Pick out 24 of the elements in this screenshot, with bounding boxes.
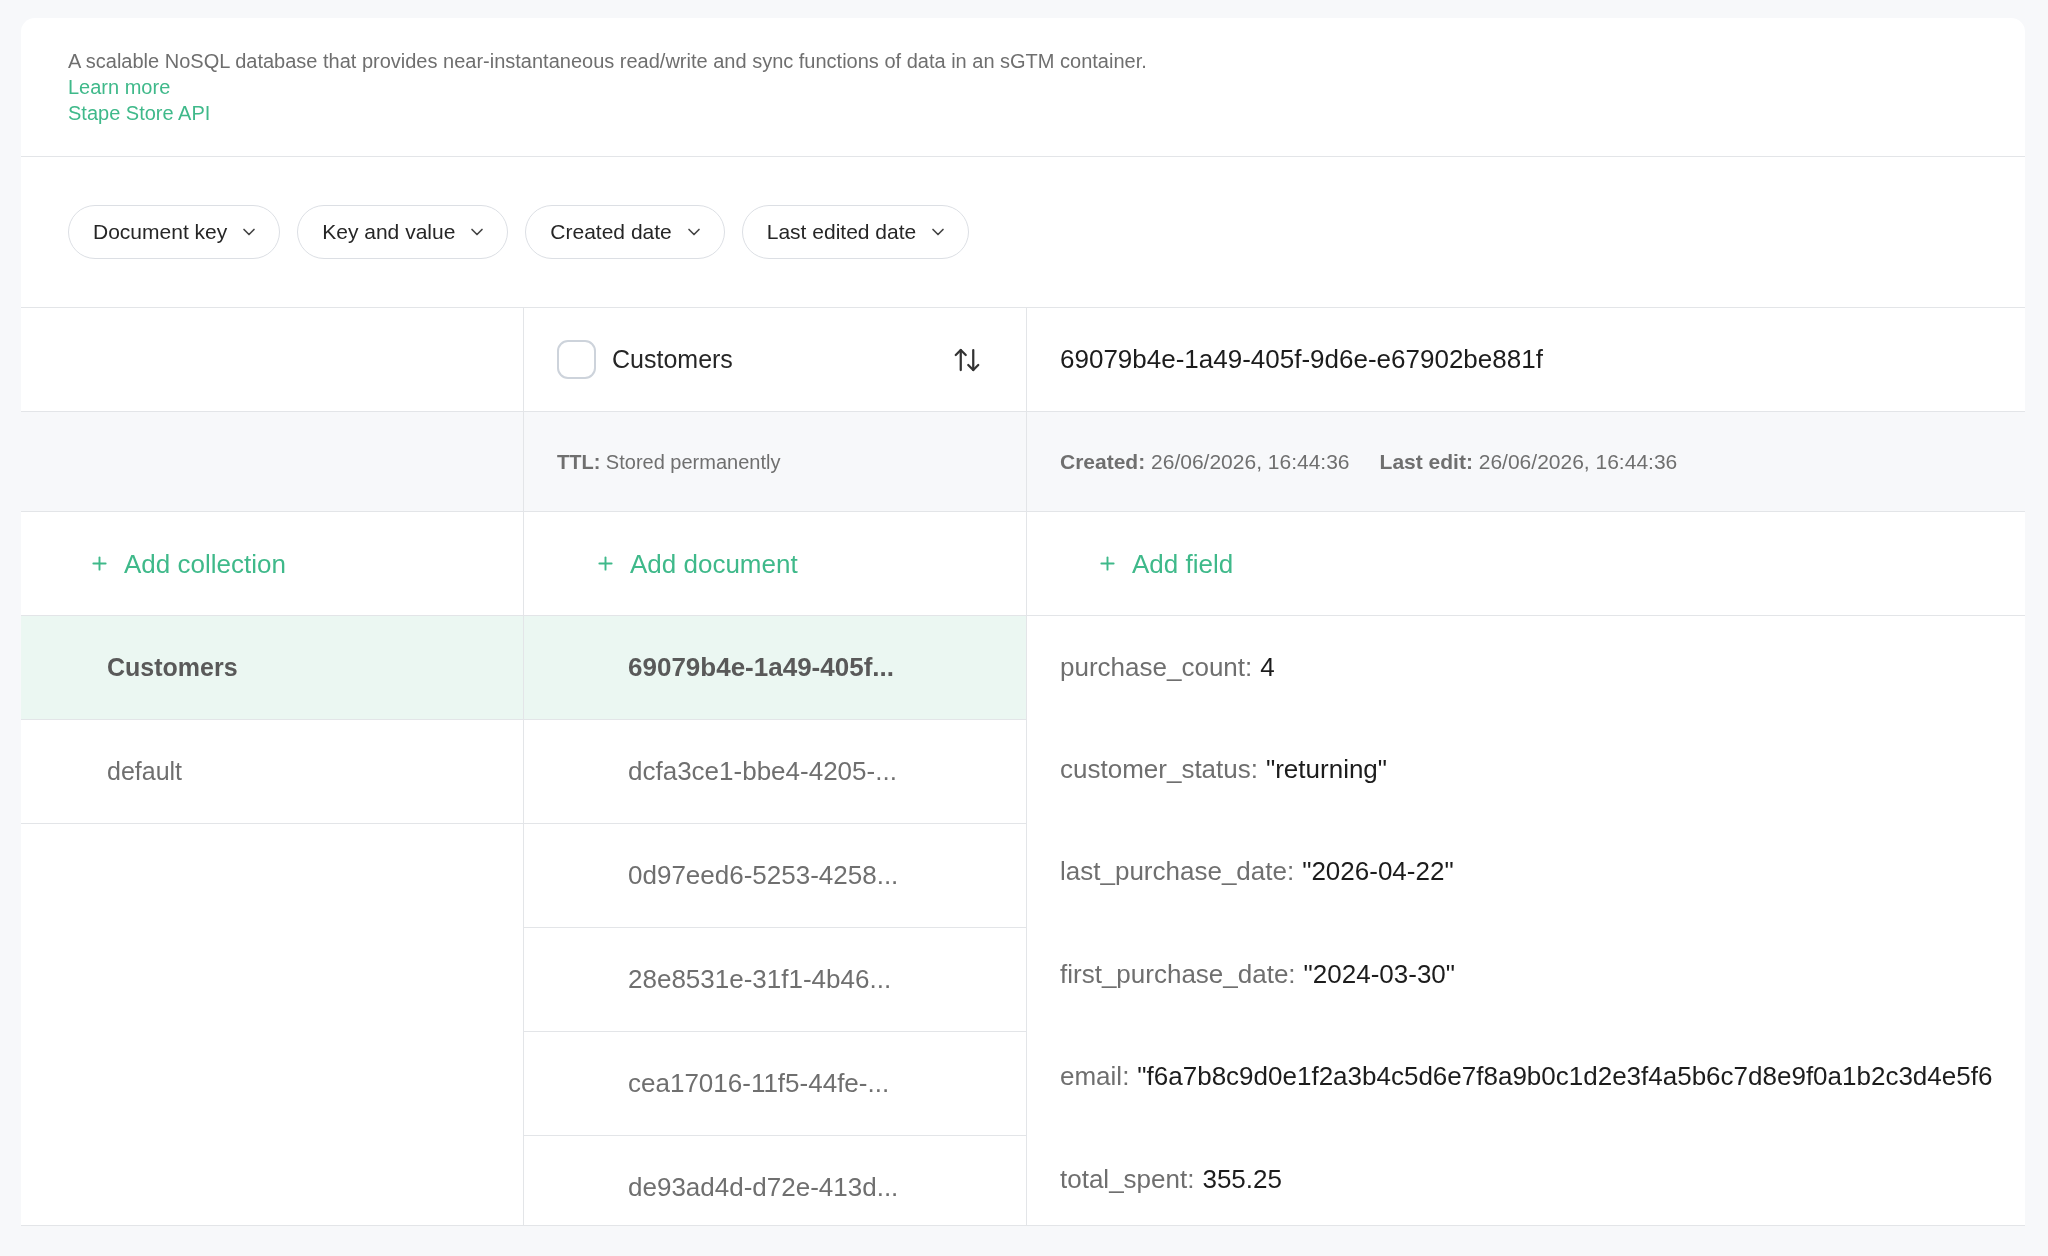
plus-icon (1097, 553, 1118, 574)
collection-item[interactable]: Customers (21, 616, 523, 720)
timestamp-text: Last edit: 26/06/2026, 16:44:36 (1379, 448, 1678, 475)
field-key: last_purchase_date: (1060, 852, 1295, 892)
field-key: purchase_count: (1060, 647, 1253, 687)
plus-icon (89, 553, 110, 574)
field-key: email: (1060, 1057, 1130, 1097)
checkbox[interactable] (557, 340, 596, 379)
field-value: 355.25 (1202, 1162, 1282, 1196)
plus-icon (595, 553, 616, 574)
description-text: A scalable NoSQL database that provides near-instantaneous read/write and sync functions of data in an sGTM container. (68, 49, 1147, 74)
field-value: 4 (1260, 650, 1275, 684)
collection-title: Customers (612, 343, 733, 375)
field-value: "2026-04-22" (1302, 855, 1454, 889)
document-id: 69079b4e-1a49-405f-9d6e-e67902be881f (1060, 343, 1543, 376)
field-key: first_purchase_date: (1060, 954, 1296, 994)
field-value: "2024-03-30" (1303, 957, 1456, 991)
field-key: customer_status: (1060, 750, 1258, 790)
field-key: total_spent: (1060, 1159, 1195, 1199)
timestamp-text: Created: 26/06/2026, 16:44:36 (1060, 448, 1350, 475)
ttl-text: TTL: Stored permanently (557, 449, 781, 475)
field-value: "f6a7b8c9d0e1f2a3b4c5d6e7f8a9b0c1d2e3f4a5b6c7d8e9f0a1b2c3d4e5f6 (1137, 1060, 1993, 1094)
document-item[interactable]: 69079b4e-1a49-405f... (524, 616, 1026, 720)
field-value: "returning" (1266, 753, 1388, 787)
